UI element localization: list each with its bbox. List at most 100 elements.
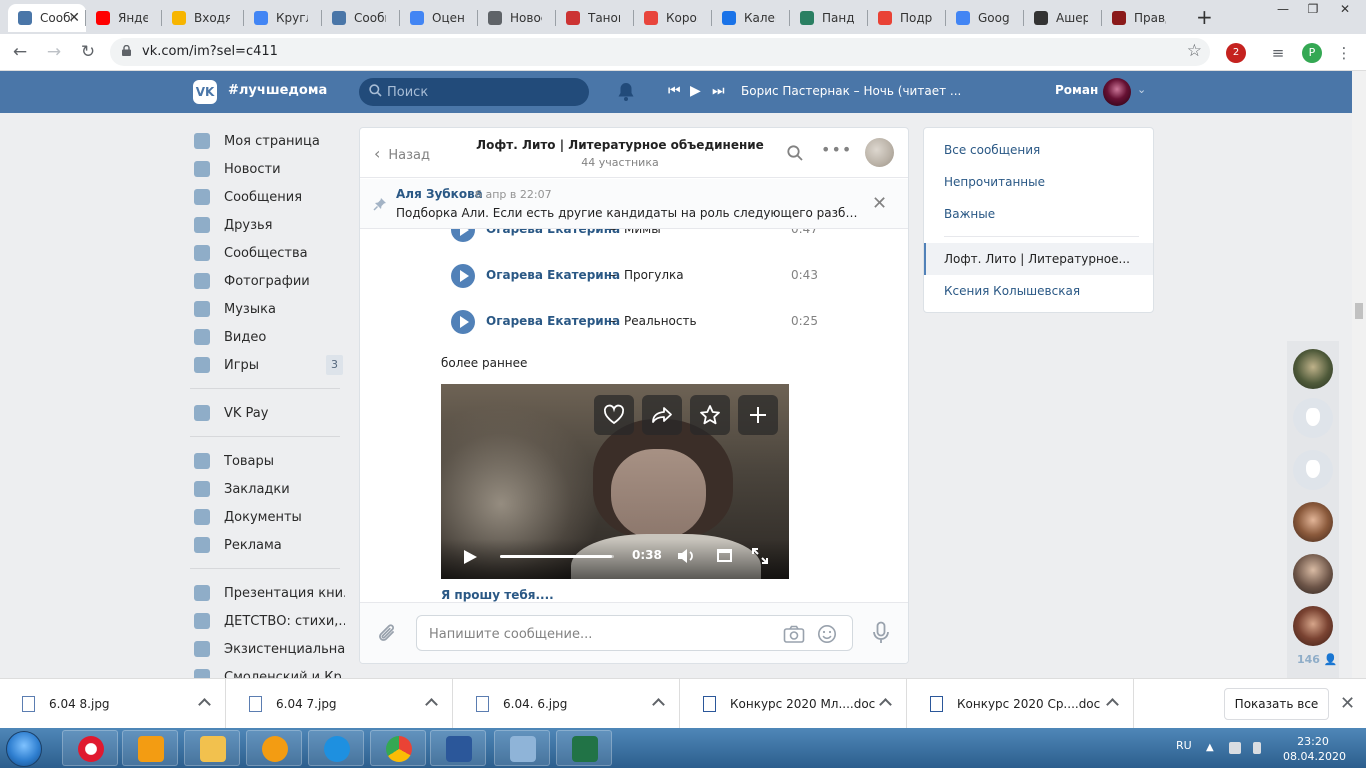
download-item[interactable]: 6.04. 6.jpg [454,679,680,729]
audio-play-icon[interactable] [451,229,475,242]
tray-expand-icon[interactable]: ▲ [1206,742,1218,754]
audio-title[interactable]: Прогулка [624,268,684,282]
menu-item-6[interactable]: Музыка [190,295,345,323]
folder-chat-0[interactable]: Лофт. Лито | Литературное... [924,243,1153,275]
audio-track[interactable]: Огарева Екатерина – Прогулка 0:43 [451,264,851,288]
chevron-up-icon[interactable] [879,698,892,711]
chevron-up-icon[interactable] [652,698,665,711]
battery-icon[interactable] [1253,742,1261,754]
tab-7[interactable]: Танонс [556,4,634,32]
message-history[interactable]: Огарева Екатерина – Мимы 0:47 Огарева Екатер… [360,229,908,602]
taskbar-paint[interactable] [494,730,550,766]
tab-12[interactable]: Google [946,4,1024,32]
chat-avatar[interactable] [1293,349,1333,389]
miniplayer-icon[interactable] [717,549,732,562]
tab-4[interactable]: Сообщения [322,4,400,32]
tab-5[interactable]: Оценка [400,4,478,32]
vk-logo[interactable]: VK [193,80,217,104]
menu-item-2[interactable]: Сообщения [190,183,345,211]
menu-item-0[interactable]: Моя страница [190,127,345,155]
menu-item-tool-0[interactable]: Товары [190,447,345,475]
menu-item-tool-2[interactable]: Документы [190,503,345,531]
url-text[interactable]: vk.com/im?sel=c411 [142,44,278,59]
menu-item-5[interactable]: Фотографии [190,267,345,295]
audio-artist[interactable]: Огарева Екатерина [486,268,620,282]
close-icon[interactable]: ✕ [872,193,887,214]
restore-window-button[interactable]: ❐ [1298,0,1328,20]
media-control-icon[interactable]: ≡ [1268,43,1288,63]
download-item[interactable]: Конкурс 2020 Ср....doc [908,679,1134,729]
chat-avatar-default[interactable] [1293,398,1333,438]
like-video-button[interactable] [594,395,634,435]
chat-avatar[interactable] [1293,606,1333,646]
download-item[interactable]: 6.04 8.jpg [0,679,226,729]
chat-avatar[interactable] [1293,554,1333,594]
pinned-author[interactable]: Аля Зубкова [396,187,483,201]
add-video-button[interactable] [738,395,778,435]
audio-artist[interactable]: Огарева Екатерина [486,314,620,328]
search-box[interactable] [359,78,589,106]
pinned-message[interactable]: Аля Зубкова 6 апр в 22:07 Подборка Али. … [360,179,908,229]
menu-item-1[interactable]: Новости [190,155,345,183]
windows-start-button[interactable] [6,731,42,767]
taskbar-explorer[interactable] [184,730,240,766]
chat-avatar[interactable] [1293,502,1333,542]
next-track-icon[interactable]: ⏭ [712,83,725,99]
audio-artist[interactable]: Огарева Екатерина [486,229,620,236]
menu-item-group-0[interactable]: Презентация кни.. [190,579,345,607]
tab-3[interactable]: Круглый стол [244,4,322,32]
folder-item-0[interactable]: Все сообщения [924,134,1153,166]
folder-item-2[interactable]: Важные [924,198,1153,230]
taskbar-settings[interactable] [246,730,302,766]
more-options-icon[interactable]: ••• [821,140,852,159]
taskbar-word[interactable] [430,730,486,766]
show-all-downloads-button[interactable]: Показать все [1224,688,1329,720]
audio-track[interactable]: Огарева Екатерина – Реальность 0:25 [451,310,851,334]
menu-item-tool-3[interactable]: Реклама [190,531,345,559]
close-window-button[interactable]: ✕ [1330,0,1360,20]
menu-item-8[interactable]: Игры 3 [190,351,345,379]
minimize-window-button[interactable]: — [1268,0,1298,20]
play-track-icon[interactable]: ▶ [690,83,701,99]
chevron-up-icon[interactable] [1106,698,1119,711]
menu-item-4[interactable]: Сообщества [190,239,345,267]
chat-avatar[interactable] [865,138,894,167]
profile-avatar[interactable]: P [1302,43,1322,63]
tab-11[interactable]: Подробно [868,4,946,32]
previous-track-icon[interactable]: ⏮ [668,83,681,99]
tab-14[interactable]: Правда [1102,4,1180,32]
play-icon[interactable] [464,550,477,564]
address-bar[interactable]: vk.com/im?sel=c411 ☆ [110,38,1210,66]
reload-icon[interactable]: ↻ [76,42,100,62]
network-icon[interactable] [1229,742,1241,754]
tab-close-icon[interactable]: ✕ [68,10,80,26]
menu-item-group-2[interactable]: Экзистенциальна.. [190,635,345,663]
chats-count[interactable]: 146 👤 [1297,653,1338,666]
chat-avatar-default[interactable] [1293,450,1333,490]
video-progress-bar[interactable] [500,555,614,558]
share-video-button[interactable] [642,395,682,435]
chevron-down-icon[interactable]: ⌄ [1137,83,1146,96]
notifications-bell-icon[interactable] [617,82,635,102]
menu-item-7[interactable]: Видео [190,323,345,351]
microphone-icon[interactable] [872,621,890,645]
menu-item-vk-pay[interactable]: VK Pay [190,399,345,427]
page-scrollbar-thumb[interactable] [1355,303,1363,319]
current-track[interactable]: Борис Пастернак – Ночь (читает ... [741,84,961,98]
menu-item-group-1[interactable]: ДЕТСТВО: стихи,.. [190,607,345,635]
taskbar-opera[interactable] [62,730,118,766]
audio-title[interactable]: Реальность [624,314,697,328]
message-input[interactable] [429,624,769,644]
tab-13[interactable]: Ашер [1024,4,1102,32]
video-title[interactable]: Я прошу тебя.... [441,588,554,602]
user-name[interactable]: Роман [1055,83,1098,97]
tab-8[interactable]: Коронавирус [634,4,712,32]
camera-icon[interactable] [783,624,805,644]
back-arrow-icon[interactable]: ← [8,42,32,62]
audio-track[interactable]: Огарева Екатерина – Мимы 0:47 [451,229,851,242]
menu-item-tool-1[interactable]: Закладки [190,475,345,503]
taskbar-excel[interactable] [556,730,612,766]
chat-search-icon[interactable] [787,145,803,161]
chevron-up-icon[interactable] [425,698,438,711]
close-downloads-icon[interactable]: ✕ [1340,693,1355,714]
